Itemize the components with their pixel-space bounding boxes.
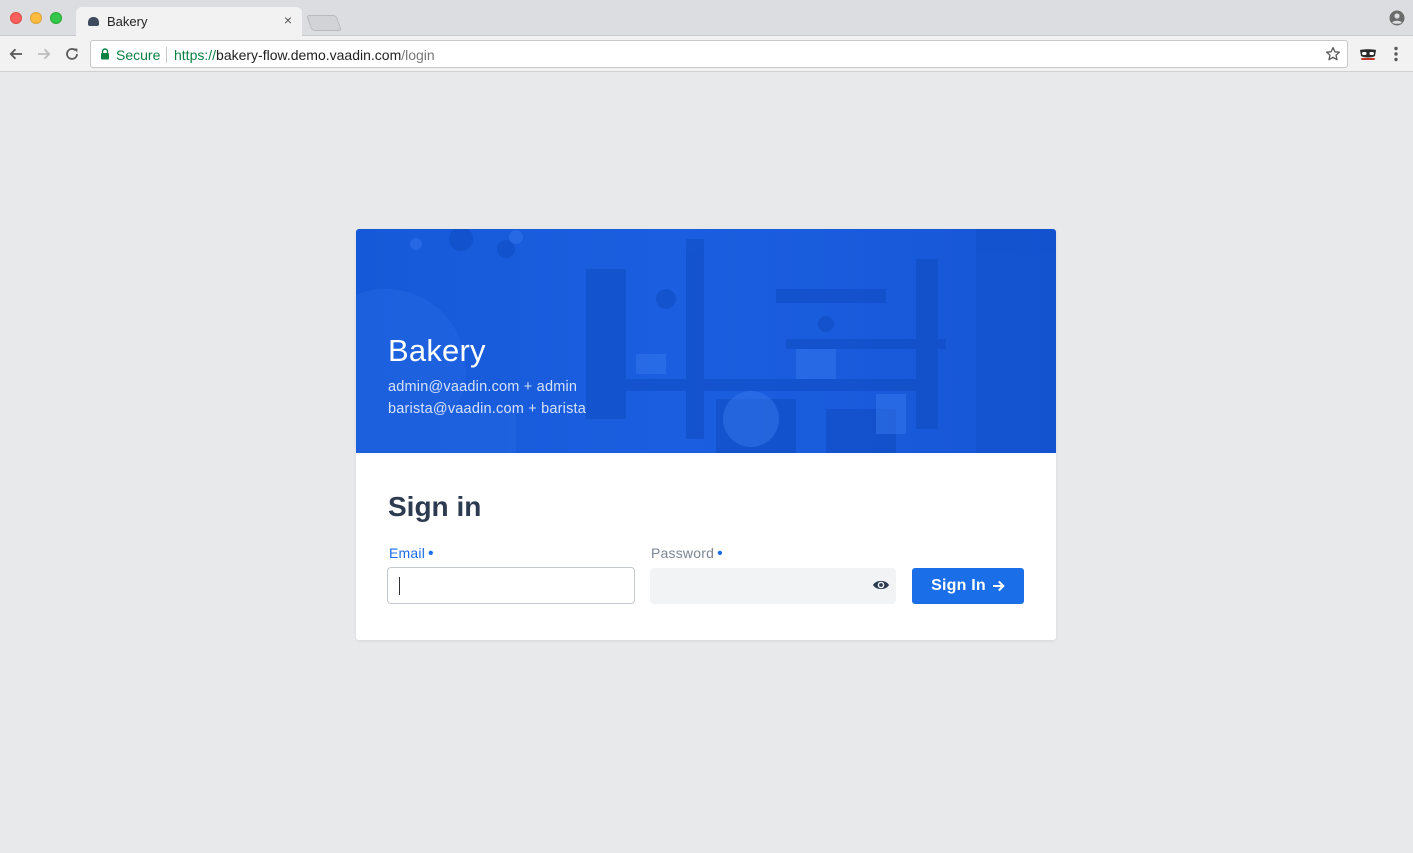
text-caret bbox=[399, 577, 400, 595]
email-required-indicator: • bbox=[428, 545, 434, 562]
login-card: Bakery admin@vaadin.com + admin barista@… bbox=[356, 229, 1056, 640]
reveal-password-eye-icon[interactable] bbox=[872, 578, 890, 592]
reload-button[interactable] bbox=[62, 44, 82, 64]
bakery-favicon-icon bbox=[88, 17, 99, 26]
back-button[interactable] bbox=[6, 44, 26, 64]
maximize-window-button[interactable] bbox=[50, 12, 62, 24]
arrow-right-icon bbox=[992, 580, 1005, 592]
url-path: /login bbox=[401, 47, 435, 63]
minimize-window-button[interactable] bbox=[30, 12, 42, 24]
browser-tab-bar: Bakery × bbox=[0, 0, 1413, 37]
sign-in-button[interactable]: Sign In bbox=[912, 568, 1024, 604]
url-scheme: https:// bbox=[174, 47, 217, 63]
url-text[interactable]: https://bakery-flow.demo.vaadin.com/logi… bbox=[174, 47, 435, 63]
forward-button[interactable] bbox=[34, 44, 54, 64]
sign-in-button-label: Sign In bbox=[931, 577, 986, 594]
app-title: Bakery bbox=[388, 333, 486, 368]
email-label: Email • bbox=[389, 545, 434, 563]
bookmark-star-icon[interactable] bbox=[1325, 46, 1341, 62]
profile-icon[interactable] bbox=[1389, 10, 1405, 26]
email-label-text: Email bbox=[389, 545, 426, 561]
browser-toolbar: Secure https://bakery-flow.demo.vaadin.c… bbox=[0, 36, 1413, 72]
tab-title: Bakery bbox=[107, 14, 148, 29]
password-label: Password • bbox=[651, 545, 723, 563]
password-label-text: Password bbox=[651, 545, 715, 561]
credentials-barista: barista@vaadin.com + barista bbox=[388, 401, 587, 417]
password-field[interactable] bbox=[650, 568, 896, 604]
back-icon bbox=[9, 48, 22, 60]
credentials-admin: admin@vaadin.com + admin bbox=[388, 379, 578, 395]
extension-icon[interactable] bbox=[1359, 46, 1377, 62]
url-host: bakery-flow.demo.vaadin.com bbox=[216, 47, 402, 63]
sign-in-heading: Sign in bbox=[388, 491, 482, 522]
new-tab-button[interactable] bbox=[306, 15, 342, 31]
address-separator bbox=[166, 47, 167, 63]
close-window-button[interactable] bbox=[10, 12, 22, 24]
address-bar[interactable]: Secure https://bakery-flow.demo.vaadin.c… bbox=[90, 40, 1348, 68]
secure-label: Secure bbox=[116, 47, 161, 63]
lock-icon bbox=[101, 48, 109, 60]
close-tab-icon[interactable]: × bbox=[280, 12, 296, 28]
menu-icon[interactable] bbox=[1390, 45, 1402, 63]
browser-tab[interactable]: Bakery × bbox=[76, 7, 302, 37]
reload-icon bbox=[66, 48, 78, 60]
email-field[interactable] bbox=[387, 567, 635, 604]
login-hero: Bakery admin@vaadin.com + admin barista@… bbox=[356, 229, 1056, 453]
forward-icon bbox=[38, 48, 51, 60]
password-required-indicator: • bbox=[717, 545, 723, 562]
